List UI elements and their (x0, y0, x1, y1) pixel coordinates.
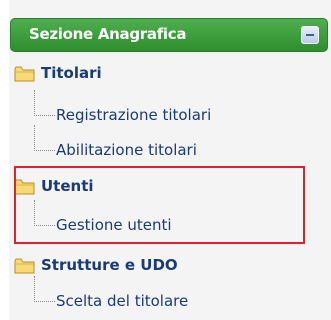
tree-connector (34, 90, 55, 116)
item-label: Abilitazione titolari (56, 141, 197, 159)
item-label: Scelta del titolare (56, 292, 189, 310)
folder-icon (14, 258, 35, 274)
group-label-titolari: Titolari (41, 64, 102, 82)
section-title: Sezione Anagrafica (29, 25, 187, 43)
section-header[interactable]: Sezione Anagrafica (10, 18, 328, 52)
highlight-box (14, 166, 305, 244)
tree-connector (34, 276, 55, 302)
folder-icon (14, 66, 35, 82)
group-label-strutture-udo: Strutture e UDO (41, 256, 178, 274)
collapse-icon[interactable] (301, 26, 319, 44)
item-label: Registrazione titolari (56, 106, 212, 124)
tree-connector (34, 125, 55, 151)
